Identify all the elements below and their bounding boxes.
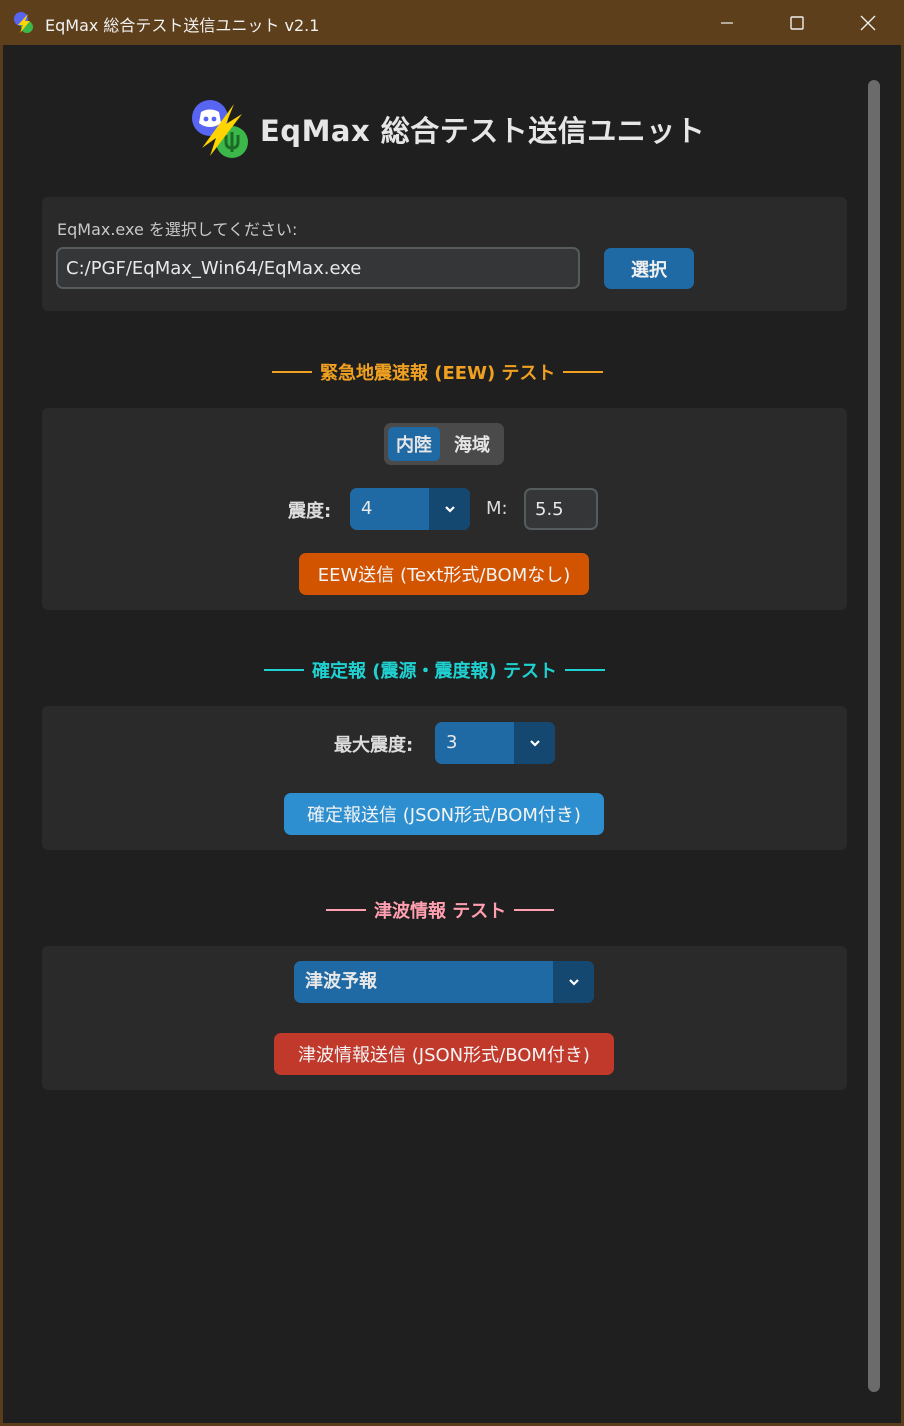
maximize-button[interactable] bbox=[762, 0, 832, 45]
discord-lightning-icon bbox=[192, 100, 248, 158]
confirm-section-title: 確定報 (震源・震度報) テスト bbox=[264, 657, 613, 683]
select-file-button[interactable]: 選択 bbox=[604, 248, 694, 289]
dropdown-arrow[interactable] bbox=[553, 961, 594, 1003]
maximize-icon bbox=[790, 15, 804, 30]
max-intensity-label: 最大震度: bbox=[334, 735, 414, 756]
minimize-button[interactable] bbox=[692, 0, 762, 45]
magnitude-input[interactable] bbox=[524, 488, 598, 530]
magnitude-label: M: bbox=[486, 498, 508, 519]
file-select-label: EqMax.exe を選択してください: bbox=[57, 220, 298, 239]
tsunami-section-title: 津波情報 テスト bbox=[326, 897, 562, 923]
divider bbox=[264, 669, 304, 671]
app-icon bbox=[14, 12, 33, 33]
confirm-send-button[interactable]: 確定報送信 (JSON形式/BOM付き) bbox=[284, 793, 604, 835]
max-intensity-dropdown[interactable]: 3 bbox=[435, 722, 555, 764]
divider bbox=[565, 669, 605, 671]
intensity-value: 4 bbox=[361, 498, 373, 519]
chevron-down-icon bbox=[444, 506, 455, 513]
divider bbox=[514, 909, 555, 911]
close-button[interactable] bbox=[833, 0, 903, 45]
eew-send-button[interactable]: EEW送信 (Text形式/BOMなし) bbox=[299, 553, 589, 595]
exe-path-input[interactable] bbox=[56, 247, 580, 289]
vertical-scrollbar[interactable] bbox=[868, 80, 880, 1392]
window-title: EqMax 総合テスト送信ユニット v2.1 bbox=[45, 16, 320, 35]
title-bar: EqMax 総合テスト送信ユニット v2.1 bbox=[0, 0, 904, 45]
dropdown-arrow[interactable] bbox=[514, 722, 555, 764]
chevron-down-icon bbox=[529, 740, 540, 747]
divider bbox=[326, 909, 366, 911]
divider bbox=[272, 371, 312, 373]
tsunami-send-button[interactable]: 津波情報送信 (JSON形式/BOM付き) bbox=[274, 1033, 614, 1075]
segment-inland[interactable]: 内陸 bbox=[388, 427, 440, 461]
region-segmented-control: 内陸 海域 bbox=[384, 423, 504, 465]
intensity-label: 震度: bbox=[288, 501, 332, 522]
intensity-dropdown[interactable]: 4 bbox=[350, 488, 470, 530]
max-intensity-value: 3 bbox=[446, 732, 458, 753]
eew-section-title-text: 緊急地震速報 (EEW) テスト bbox=[320, 363, 556, 384]
page-title: EqMax 総合テスト送信ユニット bbox=[260, 114, 706, 148]
app-header: EqMax 総合テスト送信ユニット bbox=[190, 98, 705, 160]
chevron-down-icon bbox=[568, 979, 579, 986]
eew-section-title: 緊急地震速報 (EEW) テスト bbox=[272, 359, 611, 385]
tsunami-type-dropdown[interactable]: 津波予報 bbox=[294, 961, 594, 1003]
close-icon bbox=[860, 15, 876, 30]
minimize-icon bbox=[721, 21, 733, 24]
tsunami-type-value: 津波予報 bbox=[305, 971, 377, 992]
segment-sea[interactable]: 海域 bbox=[446, 427, 498, 461]
tsunami-section-title-text: 津波情報 テスト bbox=[374, 901, 507, 922]
confirm-section-title-text: 確定報 (震源・震度報) テスト bbox=[312, 661, 557, 682]
dropdown-arrow[interactable] bbox=[429, 488, 470, 530]
divider bbox=[563, 371, 604, 373]
